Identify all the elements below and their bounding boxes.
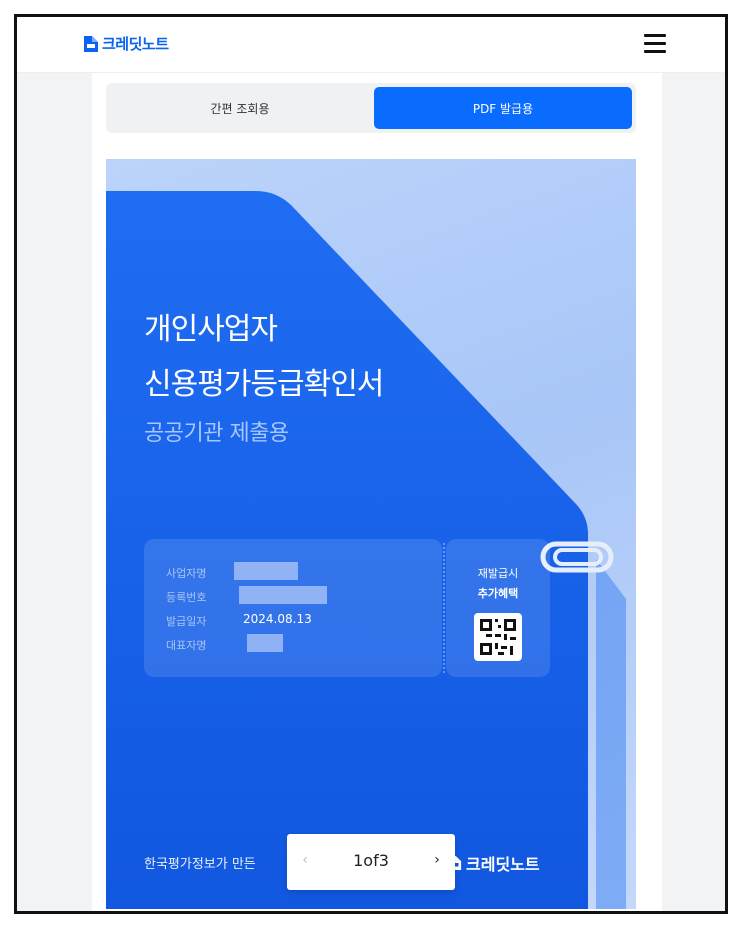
field-label-representative: 대표자명	[166, 639, 207, 652]
footer-brand-logo: 크레딧노트	[448, 851, 540, 875]
document-preview: 개인사업자 신용평가등급확인서 공공기관 제출용 사업자명 등록번호 발급일자 …	[106, 159, 636, 909]
brand-logo[interactable]: 크레딧노트	[83, 33, 169, 54]
info-card: 사업자명 등록번호 발급일자 2024.08.13 대표자명	[144, 539, 442, 677]
benefit-label: 추가혜택	[477, 587, 519, 600]
redacted-representative	[247, 634, 283, 652]
qr-code-icon	[474, 613, 522, 661]
tab-bar: 간편 조회용 PDF 발급용	[106, 83, 636, 133]
document-background-shape	[106, 191, 626, 909]
footer-text: 한국평가정보가 만든	[144, 857, 256, 872]
menu-button[interactable]	[644, 34, 666, 54]
document-title-line1: 개인사업자	[144, 312, 278, 347]
prev-page-button[interactable]: ‹	[295, 852, 315, 872]
redacted-business-name	[234, 562, 298, 580]
field-value-issue-date: 2024.08.13	[243, 612, 312, 626]
field-label-issue-date: 발급일자	[166, 615, 207, 628]
right-gutter	[662, 73, 725, 911]
reissue-label: 재발급시	[477, 567, 519, 580]
document-title-line2: 신용평가등급확인서	[144, 367, 384, 402]
footer-brand-name: 크레딧노트	[466, 855, 540, 874]
tab-simple-lookup[interactable]: 간편 조회용	[110, 87, 370, 129]
top-header: 크레딧노트	[17, 17, 725, 73]
redacted-registration-number	[239, 586, 327, 604]
page-counter: 1of3	[353, 851, 389, 870]
reissue-benefit-card: 재발급시 추가혜택	[446, 539, 550, 677]
page-pager: ‹ 1of3 ›	[287, 834, 455, 890]
ticket-perforation	[443, 543, 445, 673]
brand-name: 크레딧노트	[102, 35, 169, 53]
field-label-registration-number: 등록번호	[166, 591, 207, 604]
field-label-business-name: 사업자명	[166, 567, 207, 580]
next-page-button[interactable]: ›	[427, 852, 447, 872]
hamburger-icon	[644, 34, 666, 37]
browser-frame: 크레딧노트 간편 조회용 PDF 발급용 개인사업자 신용평가등급확인서 공공기…	[14, 14, 728, 914]
document-subtitle: 공공기관 제출용	[144, 421, 289, 446]
tab-pdf-issue[interactable]: PDF 발급용	[374, 87, 632, 129]
left-gutter	[17, 73, 92, 911]
logo-icon	[84, 35, 98, 52]
